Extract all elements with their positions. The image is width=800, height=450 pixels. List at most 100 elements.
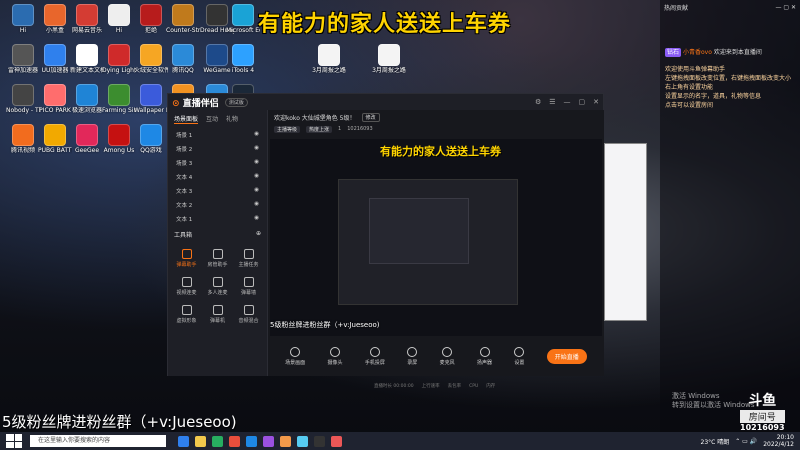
room-chip-1[interactable]: 主播等级 (274, 125, 301, 133)
eye-icon[interactable]: ◉ (254, 201, 259, 209)
version-badge: 测试版 (224, 97, 248, 107)
desktop-icon[interactable]: Wallpaper Engine (134, 84, 168, 114)
desktop-icon[interactable]: 腾讯QQ (166, 44, 200, 74)
desktop-icon[interactable]: 小黑盒 (38, 4, 72, 34)
tray-icons[interactable]: ⌃ ▭ 🔊 (735, 438, 757, 445)
toolbox-item[interactable]: 主播任务 (234, 245, 263, 271)
tool-label: 弹幕墙 (240, 290, 256, 296)
clock[interactable]: 20:10 2022/4/12 (763, 434, 794, 448)
control-label: 手机投屏 (364, 359, 385, 366)
start-live-button[interactable]: 开始直播 (546, 348, 587, 364)
left-panel: 场景面板 互动 礼物 场景 1 ◉ 场景 2 ◉ 场景 3 ◉ 文本 4 ◉ 文本 3 ◉ 文本 2 ◉ 文… (168, 110, 268, 376)
clock-date: 2022/4/12 (763, 441, 794, 448)
taskbar-app-icon[interactable] (178, 435, 189, 447)
control-label: 麦克风 (439, 359, 455, 366)
toolbox-item[interactable]: 弹幕墙 (234, 273, 263, 299)
chat-window-controls[interactable]: — ▢ ✕ (775, 4, 796, 11)
taskbar-app-icon[interactable] (297, 435, 308, 447)
desktop-icon[interactable]: Hi (6, 4, 40, 34)
scene-item[interactable]: 场景 2 ◉ (168, 142, 267, 156)
desktop-icon-label: 腾讯QQ (172, 67, 194, 74)
scene-item[interactable]: 文本 3 ◉ (168, 184, 267, 198)
edit-room-button[interactable]: 修改 (361, 112, 380, 122)
weather-text[interactable]: 23°C 晴朗 (701, 437, 730, 446)
control-button[interactable]: 设置 (514, 346, 524, 366)
desktop-icon[interactable]: 拒绝 (134, 4, 168, 34)
taskbar-app-icon[interactable] (314, 435, 325, 447)
desktop-icon-label: Hi (115, 27, 123, 34)
control-button[interactable]: 场景画面 (285, 346, 305, 366)
control-button[interactable]: 摄像头 (328, 346, 343, 366)
settings-icon[interactable]: ⚙ (535, 98, 541, 106)
toolbox-add-icon[interactable]: ⊕ (256, 230, 261, 239)
toolbox-item[interactable]: 房管助手 (203, 245, 232, 271)
desktop-icon[interactable]: 雷神加速器 (6, 44, 40, 74)
taskbar-app-icon[interactable] (195, 435, 206, 447)
taskbar-app-icon[interactable] (212, 435, 223, 447)
desktop-icon[interactable]: Counter-Strike (166, 4, 200, 34)
desktop-icon[interactable]: 腾讯视频 (6, 124, 40, 154)
taskbar-app-icon[interactable] (280, 435, 291, 447)
desktop-icon[interactable]: Hi (102, 4, 136, 34)
toolbox-item[interactable]: 多人连麦 (203, 273, 232, 299)
toolbox-item[interactable]: 音频混合 (234, 301, 263, 327)
left-tab[interactable]: 互动 (206, 114, 218, 124)
control-button[interactable]: 麦克风 (439, 346, 455, 366)
scene-item[interactable]: 文本 4 ◉ (168, 170, 267, 184)
taskbar-search-input[interactable]: 在这里输入你要搜索的内容 (30, 435, 166, 447)
desktop-icon[interactable]: 新建文本文档 (70, 44, 104, 74)
control-button[interactable]: 扬声器 (477, 346, 492, 366)
room-chip-2[interactable]: 热度上涨 (306, 125, 333, 133)
toolbox-item[interactable]: 视频连麦 (172, 273, 201, 299)
eye-icon[interactable]: ◉ (254, 145, 259, 153)
desktop-icon[interactable]: PUBG BATTLEGR (38, 124, 72, 154)
minimize-icon[interactable]: — (564, 98, 571, 106)
desktop-icon[interactable]: Farming Simulator (102, 84, 136, 114)
eye-icon[interactable]: ◉ (254, 131, 259, 139)
eye-icon[interactable]: ◉ (254, 187, 259, 195)
close-icon[interactable]: ✕ (593, 98, 599, 106)
streaming-app-window[interactable]: ⊙ 直播伴侣 测试版 ⚙ ☰ — ▢ ✕ 场景面板 互动 礼物 场景 1 ◉ 场景 2 ◉… (167, 93, 604, 389)
scene-item[interactable]: 场景 1 ◉ (168, 128, 267, 142)
toolbox-header: 工具箱 ⊕ (168, 226, 267, 243)
toolbox-item[interactable]: 弹幕助手 (172, 245, 201, 271)
room-label: 房间号 (740, 410, 785, 423)
menu-icon[interactable]: ☰ (549, 98, 555, 106)
taskbar-app-icon[interactable] (263, 435, 274, 447)
toolbox-item[interactable]: 弹幕机 (203, 301, 232, 327)
scene-item[interactable]: 场景 3 ◉ (168, 156, 267, 170)
taskbar-app-icon[interactable] (331, 435, 342, 447)
desktop-icon[interactable]: 极速浏览器 (70, 84, 104, 114)
taskbar-app-icon[interactable] (246, 435, 257, 447)
windows-start-icon[interactable] (6, 434, 22, 448)
desktop-icon[interactable]: iTools 4 (226, 44, 260, 74)
control-button[interactable]: 录屏 (407, 346, 417, 366)
tool-icon (212, 277, 223, 287)
maximize-icon[interactable]: ▢ (579, 98, 586, 106)
app-icon (76, 124, 98, 146)
desktop-file[interactable]: 3月周报之路 (372, 44, 406, 74)
desktop-icon[interactable]: UU加速器 (38, 44, 72, 74)
desktop-icon[interactable]: 火绒安全软件 (134, 44, 168, 74)
scene-label: 场景 3 (176, 161, 193, 167)
desktop-icon[interactable]: Nobody - The Turna (6, 84, 40, 114)
taskbar-app-icon[interactable] (229, 435, 240, 447)
toolbox-item[interactable]: 虚拟形象 (172, 301, 201, 327)
desktop-icon[interactable]: GeeGee (70, 124, 104, 154)
eye-icon[interactable]: ◉ (254, 215, 259, 223)
desktop-file[interactable]: 3月周报之路 (312, 44, 346, 74)
side-white-window[interactable] (604, 143, 647, 321)
eye-icon[interactable]: ◉ (254, 173, 259, 181)
left-tab[interactable]: 场景面板 (174, 114, 199, 124)
desktop-icon[interactable]: Microsoft Edge (226, 4, 260, 34)
scene-item[interactable]: 文本 1 ◉ (168, 212, 267, 226)
scene-item[interactable]: 文本 2 ◉ (168, 198, 267, 212)
desktop-icon[interactable]: 网易云音乐 (70, 4, 104, 34)
desktop-icon[interactable]: Dying Light (102, 44, 136, 74)
desktop-icon[interactable]: QQ游戏 (134, 124, 168, 154)
left-tab[interactable]: 礼物 (226, 114, 238, 124)
desktop-icon[interactable]: Among Us (102, 124, 136, 154)
eye-icon[interactable]: ◉ (254, 159, 259, 167)
desktop-icon[interactable]: PICO PARK (38, 84, 72, 114)
control-button[interactable]: 手机投屏 (364, 346, 385, 366)
